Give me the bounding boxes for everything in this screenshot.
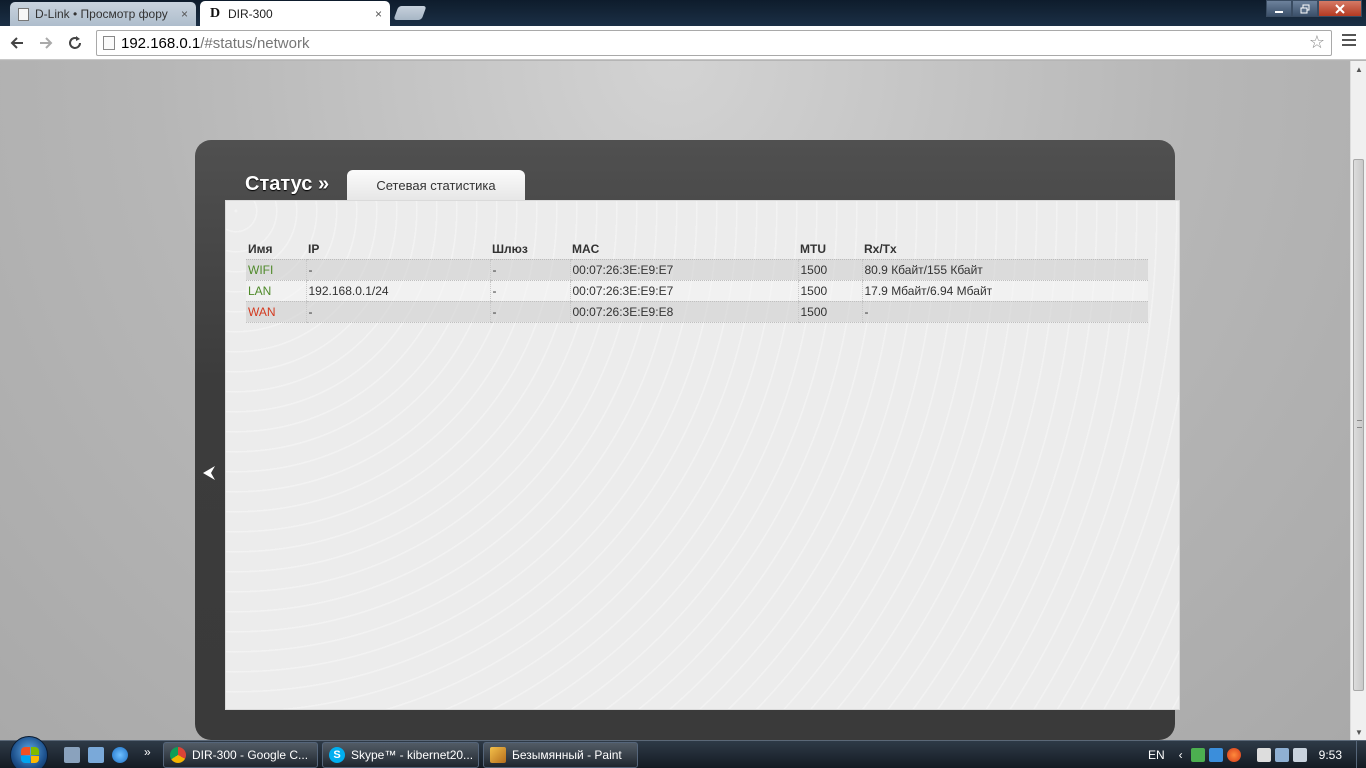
page-scrollbar[interactable]: ▲ ▼ [1350,61,1366,740]
interface-ip: - [305,259,490,281]
quicklaunch-overflow-icon[interactable]: » [144,745,151,759]
interface-gateway: - [489,280,570,302]
interface-rxtx: - [861,301,1148,323]
start-button[interactable] [10,736,48,768]
show-desktop-button[interactable] [1356,741,1366,768]
column-header-ip: IP [306,239,490,260]
table-row[interactable]: WAN - - 00:07:26:3E:E9:E8 1500 - [246,301,1148,323]
interface-mac: 00:07:26:3E:E9:E7 [569,259,798,281]
restore-icon [1300,4,1310,13]
browser-titlebar: D-Link • Просмотр фору × D DIR-300 × [0,0,1366,26]
column-header-mtu: MTU [798,239,862,260]
taskbar-button-label: Skype™ - kibernet20... [351,748,474,762]
menu-icon[interactable] [1342,34,1356,49]
taskbar-button-label: DIR-300 - Google C... [192,748,309,762]
interface-rxtx: 80.9 Кбайт/155 Кбайт [861,259,1148,281]
back-arrow-icon[interactable] [202,464,216,487]
skype-icon: S [329,747,345,763]
power-icon[interactable] [1256,748,1271,762]
minimize-icon [1275,10,1283,13]
tab-dlink-forum[interactable]: D-Link • Просмотр фору × [10,2,196,26]
paint-icon [490,747,506,763]
tab-title: DIR-300 [228,6,273,21]
section-title[interactable]: Статус » [245,173,329,196]
table-row[interactable]: WIFI - - 00:07:26:3E:E9:E7 1500 80.9 Кба… [246,259,1148,281]
table-row[interactable]: LAN 192.168.0.1/24 - 00:07:26:3E:E9:E7 1… [246,280,1148,302]
taskbar-button-skype[interactable]: S Skype™ - kibernet20... [322,742,479,768]
tab-dir-300[interactable]: D DIR-300 × [200,1,390,26]
chrome-icon [170,747,186,763]
interface-mtu: 1500 [797,259,862,281]
clock[interactable]: 9:53 [1319,748,1342,762]
tray-app-icon[interactable] [1190,748,1205,762]
language-indicator[interactable]: EN [1148,748,1165,762]
column-header-rxtx: Rx/Tx [862,239,1148,260]
grip-icon [1357,420,1362,428]
tab-title: D-Link • Просмотр фору [35,7,168,21]
browser-toolbar: 192.168.0.1/#status/network ☆ [0,26,1366,60]
close-icon[interactable]: × [181,7,188,21]
interface-rxtx: 17.9 Мбайт/6.94 Мбайт [861,280,1148,302]
star-icon[interactable]: ☆ [1309,32,1325,53]
scrollbar-thumb[interactable] [1353,159,1364,691]
taskbar-button-paint[interactable]: Безымянный - Paint [483,742,638,768]
address-bar[interactable]: 192.168.0.1/#status/network ☆ [96,30,1332,56]
interface-name: WIFI [246,259,306,281]
maximize-button[interactable] [1292,0,1318,17]
forward-button[interactable] [35,32,57,54]
tab-network-statistics[interactable]: Сетевая статистика [347,170,525,201]
interface-name: LAN [246,280,306,302]
forward-arrow-icon [40,37,53,49]
tray-expand-icon[interactable]: ‹ [1179,748,1183,762]
dlink-logo-icon: D [209,5,221,21]
interface-name: WAN [246,301,306,323]
content-panel: Имя IP Шлюз MAC MTU Rx/Tx WIFI - - 00:07… [225,200,1180,710]
windows-logo-icon [21,747,39,763]
column-header-mac: MAC [570,239,798,260]
taskbar-button-chrome[interactable]: DIR-300 - Google C... [163,742,318,768]
reload-icon [69,36,81,49]
page-icon [103,36,115,50]
table-header-row: Имя IP Шлюз MAC MTU Rx/Tx [246,239,1148,260]
interface-mtu: 1500 [797,280,862,302]
system-tray: EN ‹ 9:53 [1148,741,1366,768]
interface-mac: 00:07:26:3E:E9:E8 [569,301,798,323]
network-stats-table: Имя IP Шлюз MAC MTU Rx/Tx WIFI - - 00:07… [246,239,1148,323]
interface-mac: 00:07:26:3E:E9:E7 [569,280,798,302]
volume-icon[interactable] [1292,748,1307,762]
windows-taskbar: » DIR-300 - Google C... S Skype™ - kiber… [0,736,1366,768]
document-icon [18,7,29,21]
explorer-icon[interactable] [88,747,104,763]
column-header-gateway: Шлюз [490,239,570,260]
router-frame: Статус » Сетевая статистика Имя IP Шлюз … [195,140,1180,740]
scroll-up-icon[interactable]: ▲ [1351,61,1366,77]
reload-button[interactable] [64,32,86,54]
firefox-icon[interactable] [1226,748,1241,762]
column-header-name: Имя [246,239,306,260]
close-icon[interactable]: × [375,7,382,21]
network-icon[interactable] [1274,748,1289,762]
minimize-button[interactable] [1266,0,1292,17]
dropbox-icon[interactable] [1208,748,1223,762]
interface-gateway: - [489,259,570,281]
internet-explorer-icon[interactable] [112,747,128,763]
interface-mtu: 1500 [797,301,862,323]
interface-ip: - [305,301,490,323]
scroll-down-icon[interactable]: ▼ [1351,724,1366,740]
new-tab-button[interactable] [393,6,427,20]
close-icon [1335,3,1345,14]
page-content: Статус » Сетевая статистика Имя IP Шлюз … [0,61,1350,740]
show-desktop-icon[interactable] [64,747,80,763]
back-button[interactable] [6,32,28,54]
address-host: 192.168.0.1 [121,34,201,52]
back-arrow-icon [10,37,23,49]
window-controls [1266,0,1362,17]
address-path: /#status/network [200,34,310,52]
interface-gateway: - [489,301,570,323]
close-window-button[interactable] [1318,0,1362,17]
interface-ip: 192.168.0.1/24 [305,280,490,302]
taskbar-button-label: Безымянный - Paint [512,748,622,762]
